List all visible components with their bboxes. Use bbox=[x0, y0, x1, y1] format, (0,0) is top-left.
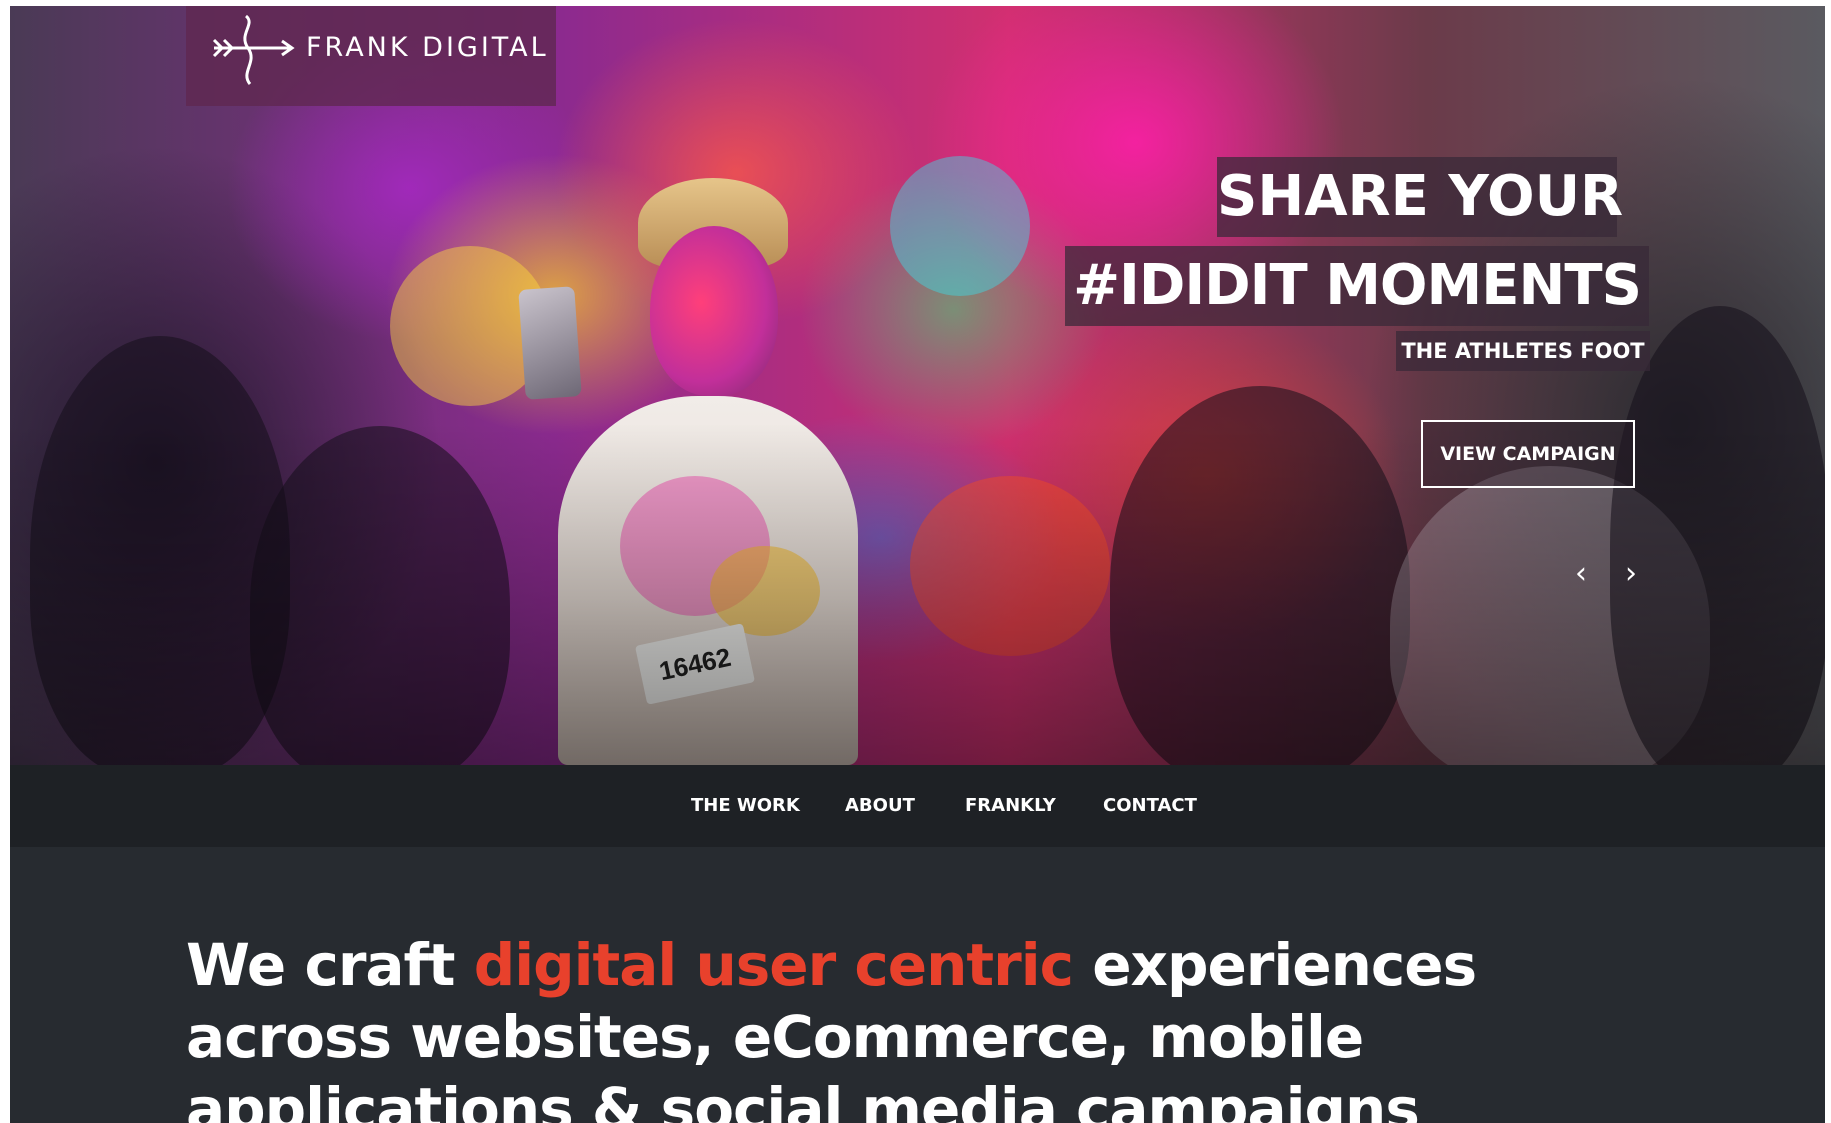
nav-item-about[interactable]: ABOUT bbox=[845, 765, 915, 847]
nav-item-frankly[interactable]: FRANKLY bbox=[965, 765, 1056, 847]
page-frame: 16462 FRANK DIGITAL SHARE YOUR #IDIDIT M… bbox=[10, 6, 1825, 1123]
hero-banner: 16462 FRANK DIGITAL SHARE YOUR #IDIDIT M… bbox=[10, 6, 1825, 765]
client-name-tag: THE ATHLETES FOOT bbox=[1396, 331, 1650, 371]
view-campaign-button[interactable]: VIEW CAMPAIGN bbox=[1421, 420, 1635, 488]
intro-text-accent: digital user centric bbox=[473, 931, 1074, 999]
slider-prev-button[interactable]: ‹ bbox=[1564, 554, 1598, 594]
nav-item-contact[interactable]: CONTACT bbox=[1103, 765, 1197, 847]
slider-next-button[interactable]: › bbox=[1614, 554, 1648, 594]
logo-text: FRANK DIGITAL bbox=[306, 32, 549, 63]
hero-headline-line2: #IDIDIT MOMENTS bbox=[1065, 246, 1649, 326]
intro-text-start: We craft bbox=[186, 931, 474, 999]
main-nav: THE WORK ABOUT FRANKLY CONTACT bbox=[10, 765, 1825, 847]
intro-statement: We craft digital user centric experience… bbox=[186, 929, 1486, 1123]
arrow-logo-icon bbox=[208, 10, 298, 95]
hero-headline-line1: SHARE YOUR bbox=[1217, 157, 1623, 237]
nav-item-the-work[interactable]: THE WORK bbox=[691, 765, 800, 847]
intro-section: We craft digital user centric experience… bbox=[10, 847, 1825, 1123]
logo[interactable]: FRANK DIGITAL bbox=[186, 6, 556, 106]
chevron-left-icon: ‹ bbox=[1575, 556, 1587, 591]
chevron-right-icon: › bbox=[1625, 556, 1637, 591]
hero-shade bbox=[10, 6, 1825, 765]
